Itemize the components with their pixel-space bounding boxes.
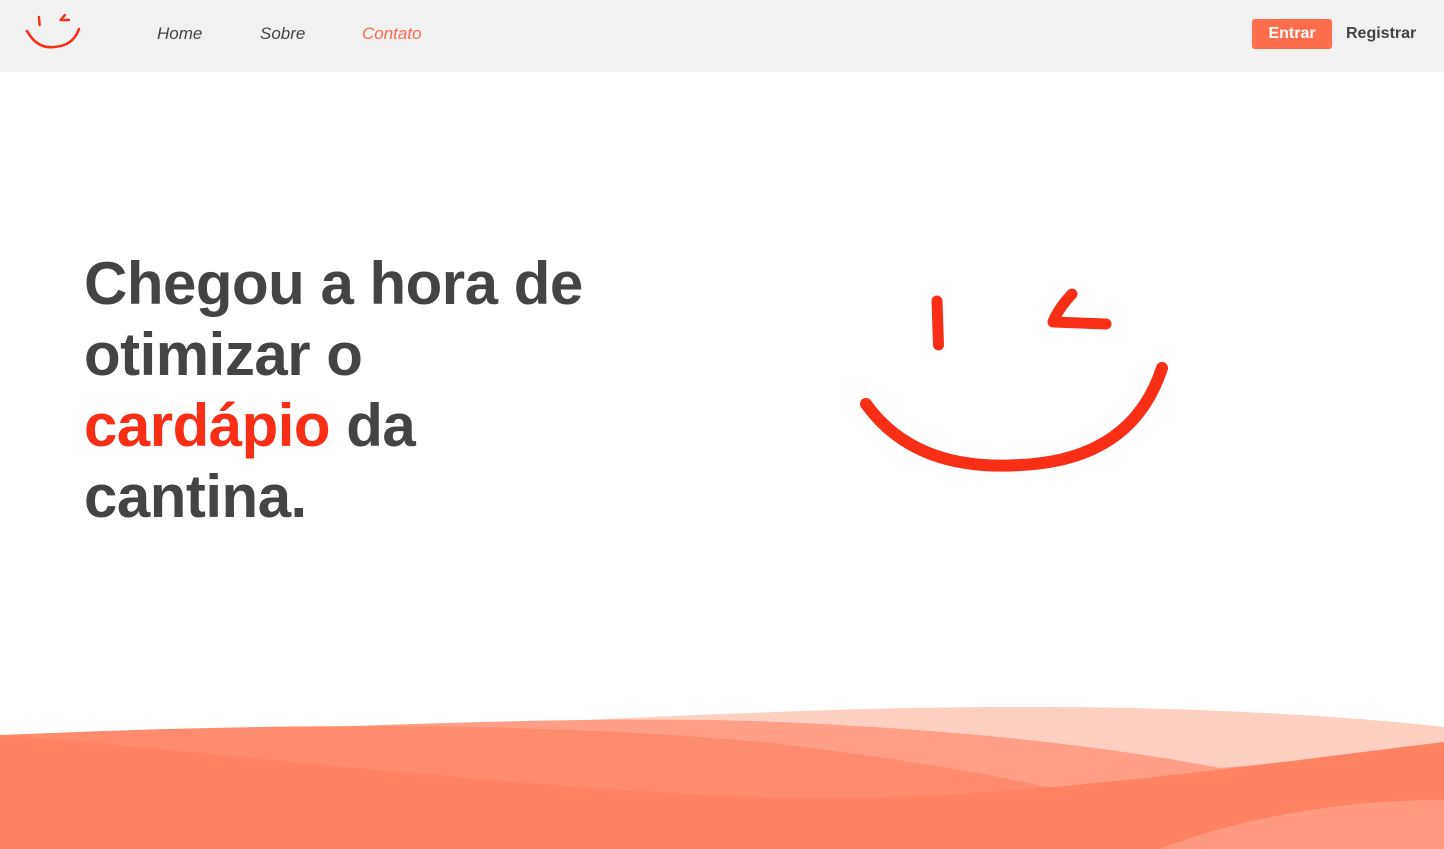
decorative-waves	[0, 706, 1444, 849]
smiley-illustration-icon	[860, 288, 1168, 472]
nav-link-home[interactable]: Home	[157, 24, 202, 44]
hero-title-line-1: Chegou a hora de	[84, 250, 583, 317]
hero-title-line-4: cantina.	[84, 463, 307, 530]
hero-title-line-2: otimizar o	[84, 321, 363, 388]
hero-title-line-3-rest: da	[346, 392, 416, 459]
smiley-logo-icon[interactable]	[24, 12, 82, 52]
nav-link-contato[interactable]: Contato	[362, 24, 422, 44]
hero-title: Chegou a hora de otimizar o cardápio da …	[84, 248, 684, 532]
register-button[interactable]: Registrar	[1346, 19, 1416, 49]
login-button[interactable]: Entrar	[1252, 19, 1332, 49]
nav-link-sobre[interactable]: Sobre	[260, 24, 305, 44]
hero-title-highlight: cardápio	[84, 392, 331, 459]
navbar: Home Sobre Contato Entrar Registrar	[0, 0, 1444, 72]
